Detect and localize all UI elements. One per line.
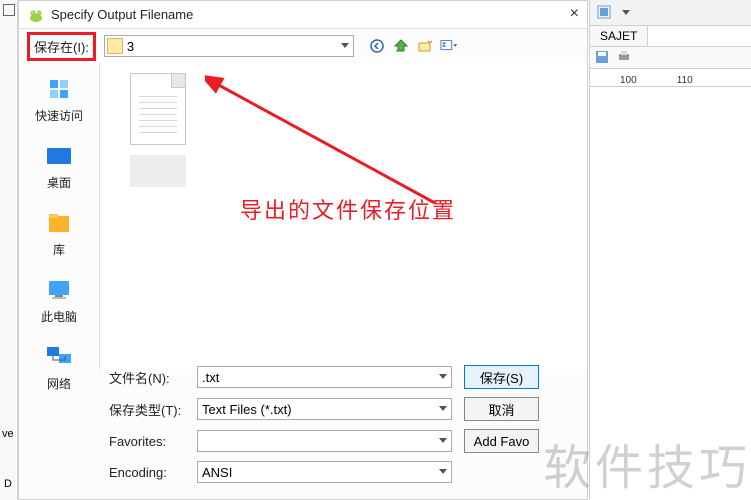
file-thumbnail-2[interactable] [130, 155, 186, 187]
left-strip-ve: ve [2, 428, 14, 440]
place-libraries[interactable]: 库 [43, 207, 75, 258]
place-label: 快速访问 [35, 107, 83, 124]
chevron-down-icon [439, 438, 447, 443]
place-label: 桌面 [47, 174, 71, 191]
this-pc-icon [43, 274, 75, 306]
side-panel: SAJET 100 110 [589, 0, 751, 500]
side-tab-sajet[interactable]: SAJET [590, 26, 648, 46]
place-quick-access[interactable]: 快速访问 [35, 73, 83, 124]
place-label: 库 [53, 241, 65, 258]
view-menu-icon[interactable] [440, 37, 458, 55]
bottom-form: 文件名(N): .txt 保存(S) 保存类型(T): Text Files (… [109, 365, 577, 491]
folder-select[interactable]: 3 [104, 35, 354, 57]
left-strip-box [3, 4, 15, 16]
file-thumbnail[interactable] [130, 73, 186, 145]
add-favorite-button[interactable]: Add Favo [464, 429, 539, 453]
desktop-icon [43, 140, 75, 172]
annotation-arrow [205, 73, 465, 253]
ruler: 100 110 [590, 69, 751, 87]
side-save-icon[interactable] [594, 49, 612, 67]
cancel-button[interactable]: 取消 [464, 397, 539, 421]
left-strip-d: D [4, 478, 12, 490]
filetype-value: Text Files (*.txt) [202, 402, 292, 417]
file-area[interactable]: 导出的文件保存位置 [99, 63, 587, 369]
save-in-label: 保存在(I): [27, 32, 96, 61]
filename-label: 文件名(N): [109, 368, 197, 387]
side-print-icon[interactable] [616, 49, 634, 67]
folder-icon [107, 38, 123, 54]
chevron-down-icon [439, 406, 447, 411]
filetype-label: 保存类型(T): [109, 400, 197, 419]
app-icon [27, 6, 45, 24]
annotation-text: 导出的文件保存位置 [240, 193, 456, 225]
filetype-select[interactable]: Text Files (*.txt) [197, 398, 452, 420]
titlebar: Specify Output Filename × [19, 1, 587, 29]
place-desktop[interactable]: 桌面 [43, 140, 75, 191]
save-button[interactable]: 保存(S) [464, 365, 539, 389]
side-paste-icon[interactable] [596, 4, 614, 22]
libraries-icon [43, 207, 75, 239]
favorites-label: Favorites: [109, 434, 197, 449]
place-network[interactable]: 网络 [43, 341, 75, 392]
place-label: 网络 [47, 375, 71, 392]
new-folder-icon[interactable] [416, 37, 434, 55]
folder-name: 3 [127, 39, 134, 54]
dialog-title: Specify Output Filename [51, 7, 193, 22]
quick-access-icon [43, 73, 75, 105]
save-dialog: Specify Output Filename × 保存在(I): 3 快速访问… [18, 0, 588, 500]
top-row: 保存在(I): 3 [19, 29, 587, 63]
encoding-value: ANSI [202, 465, 232, 480]
network-icon [43, 341, 75, 373]
chevron-down-icon [341, 43, 349, 48]
up-icon[interactable] [392, 37, 410, 55]
place-this-pc[interactable]: 此电脑 [41, 274, 77, 325]
encoding-label: Encoding: [109, 465, 197, 480]
favorites-select[interactable] [197, 430, 452, 452]
chevron-down-icon [439, 469, 447, 474]
chevron-down-icon [439, 374, 447, 379]
back-icon[interactable] [368, 37, 386, 55]
filename-input[interactable]: .txt [197, 366, 452, 388]
places-bar: 快速访问 桌面 库 此电脑 网络 [19, 63, 99, 369]
encoding-select[interactable]: ANSI [197, 461, 452, 483]
ruler-mark: 110 [677, 75, 693, 86]
filename-value: .txt [202, 370, 219, 385]
close-button[interactable]: × [570, 5, 579, 23]
ruler-mark: 100 [620, 75, 637, 86]
place-label: 此电脑 [41, 308, 77, 325]
chevron-down-icon[interactable] [622, 10, 630, 15]
